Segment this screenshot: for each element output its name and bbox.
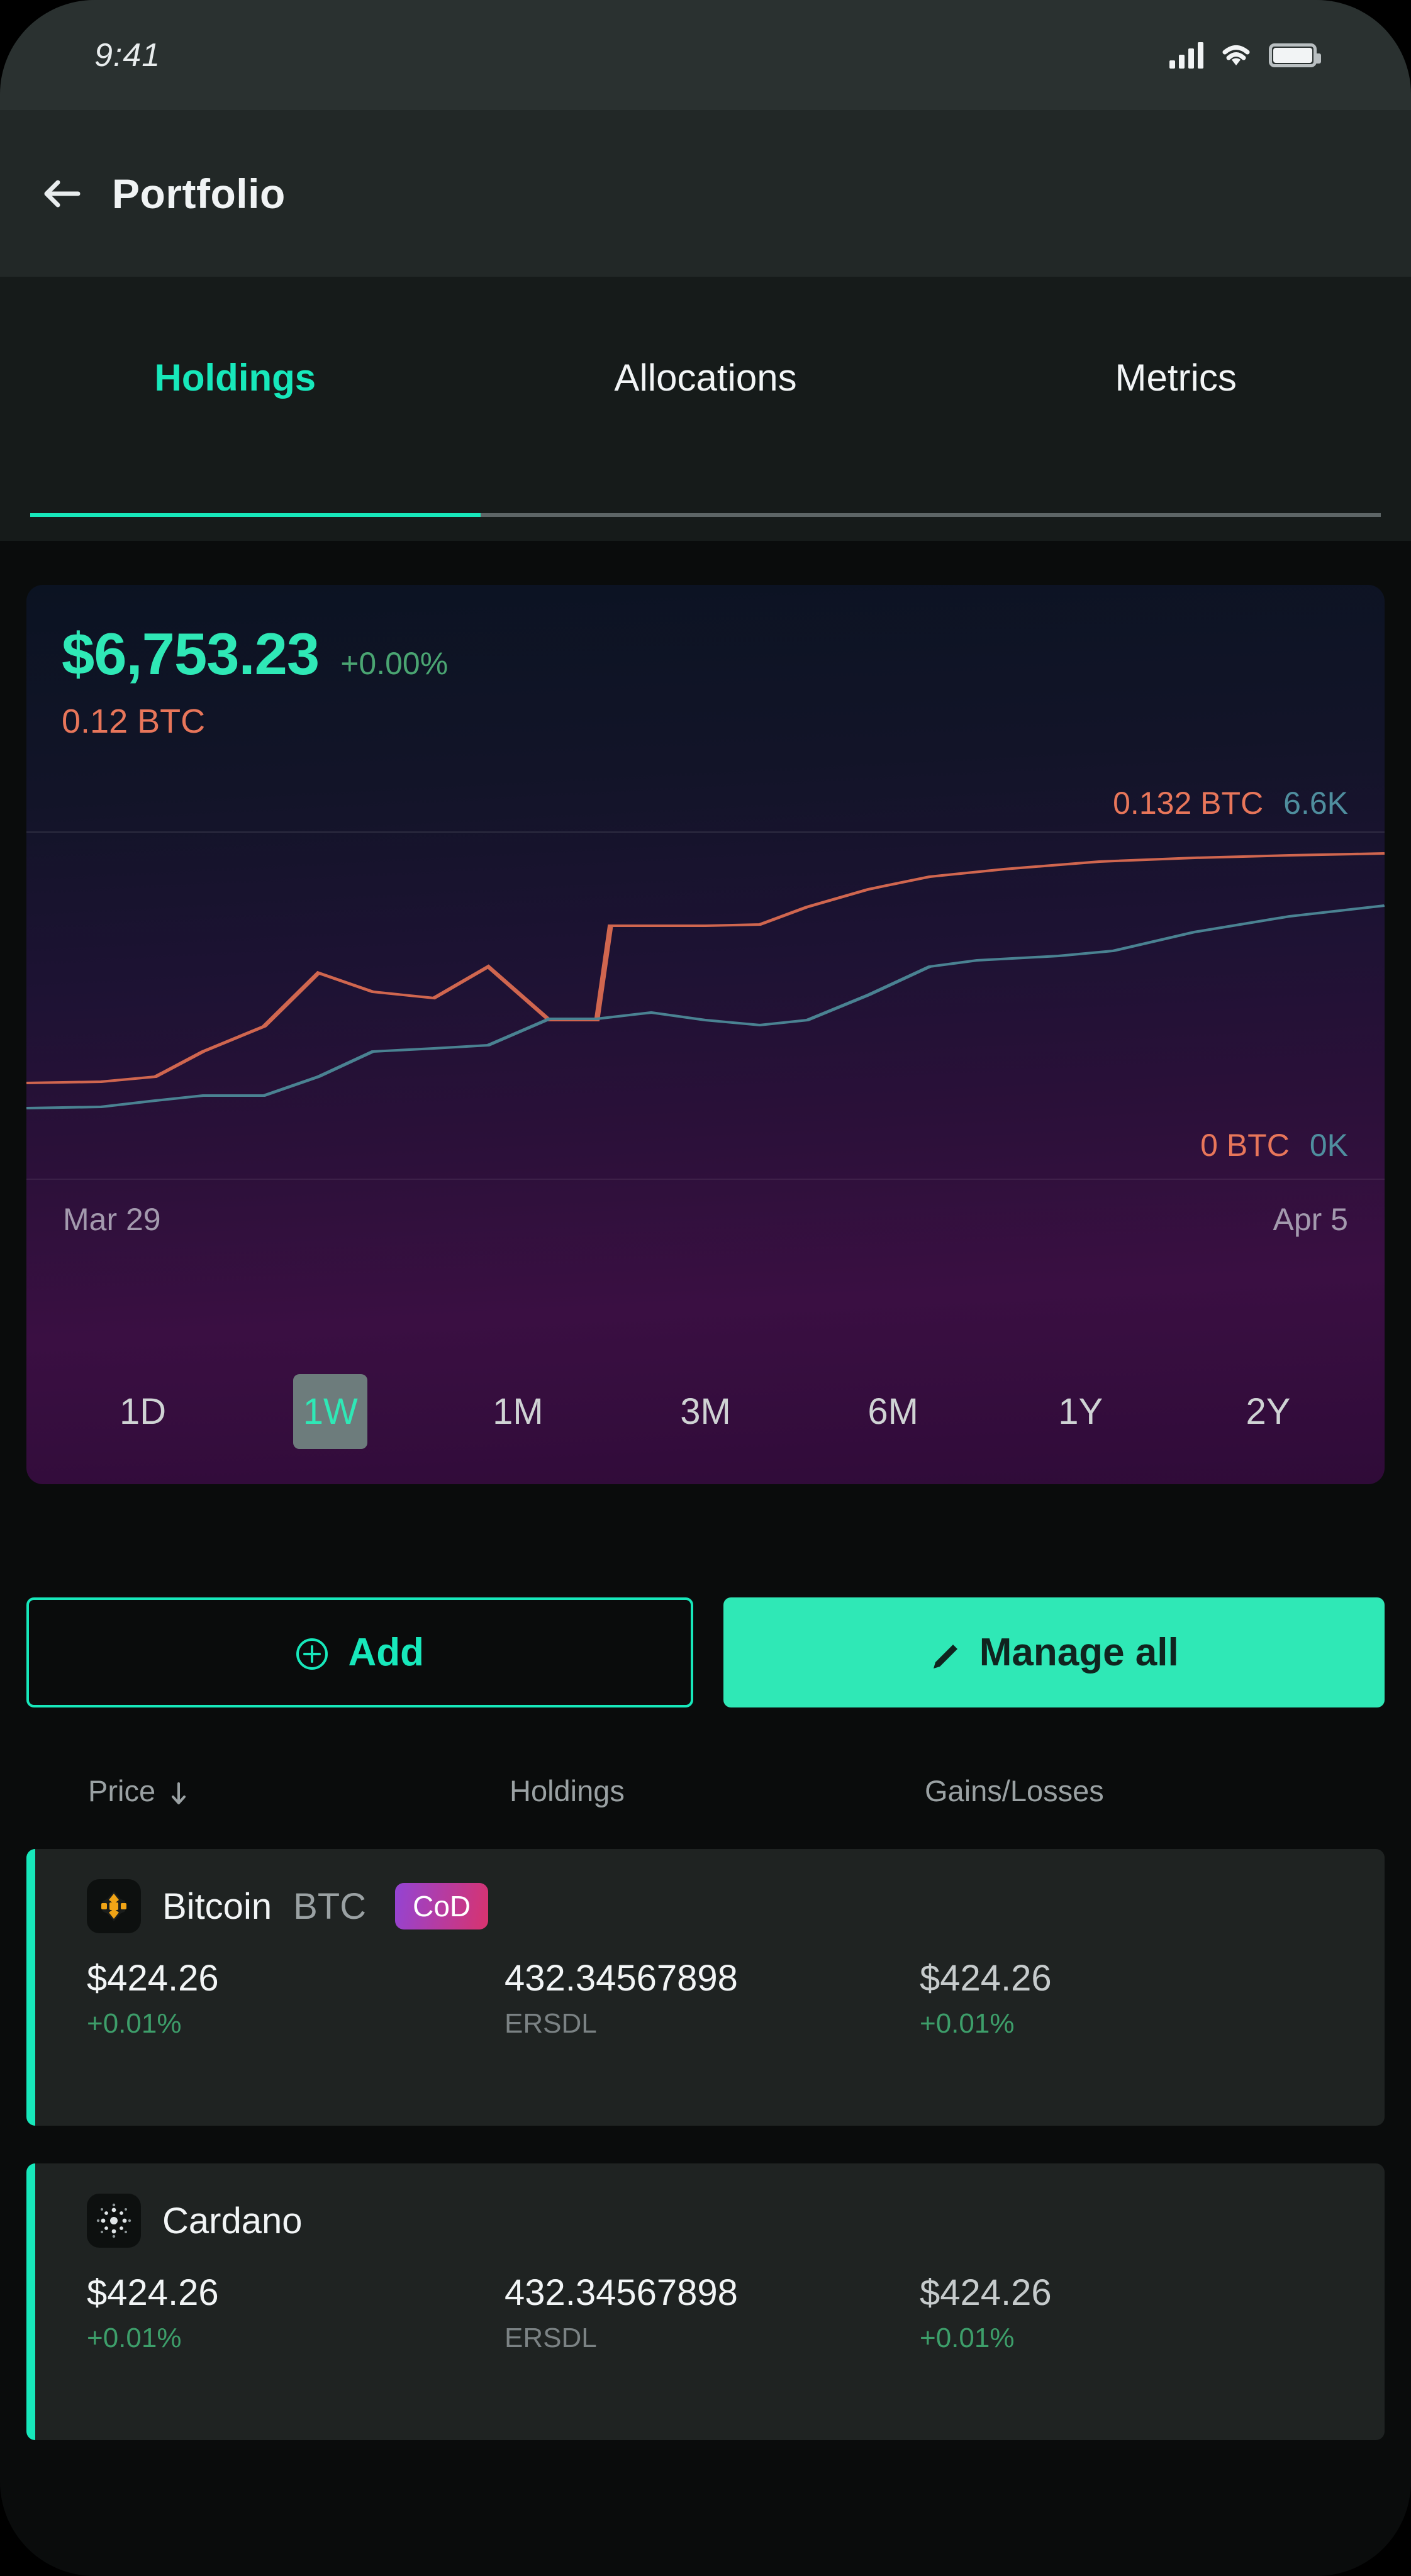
portfolio-btc-value: 0.12 BTC [62, 702, 206, 740]
cell-gains-value: $424.26 [920, 1958, 1052, 1999]
cell-gains-change: +0.01% [920, 2008, 1015, 2039]
time-range-selector: 1D 1W 1M 3M 6M 1Y 2Y [49, 1374, 1362, 1449]
chart-plot-area [26, 831, 1385, 1127]
column-header-gains[interactable]: Gains/Losses [925, 1774, 1104, 1808]
header: Portfolio [0, 110, 1411, 277]
axis-bottom-usd-label: 0K [1309, 1128, 1348, 1163]
tab-allocations[interactable]: Allocations [471, 356, 941, 399]
phone-screen: 9:41 Portfolio Holdings Allocations Metr… [0, 0, 1411, 2576]
table-column-headers: Price Holdings Gains/Losses [0, 1774, 1411, 1830]
tab-holdings[interactable]: Holdings [0, 356, 471, 399]
back-arrow-icon[interactable] [39, 171, 84, 216]
range-3m[interactable]: 3M [611, 1382, 799, 1441]
tab-underline-track [30, 513, 1381, 517]
tab-metrics[interactable]: Metrics [940, 356, 1411, 399]
add-button[interactable]: Add [26, 1597, 693, 1707]
cardano-icon [87, 2194, 141, 2248]
range-1d[interactable]: 1D [49, 1382, 237, 1441]
cell-price-change: +0.01% [87, 2008, 182, 2039]
manage-all-button[interactable]: Manage all [723, 1597, 1385, 1707]
cell-price-value: $424.26 [87, 2272, 219, 2313]
bitcoin-icon [87, 1879, 141, 1933]
coin-ticker: BTC [293, 1885, 367, 1927]
row-accent-bar [26, 1849, 35, 2126]
status-icons [1169, 42, 1321, 69]
chart-line-usd [26, 904, 1385, 1109]
axis-bottom-btc-label: 0 BTC [1200, 1128, 1290, 1163]
chart-axis-top: 0.132 BTC 6.6K [26, 785, 1348, 821]
pencil-icon [929, 1637, 961, 1668]
range-1m[interactable]: 1M [424, 1382, 611, 1441]
chart-gridline-bottom [26, 1179, 1385, 1180]
column-header-holdings[interactable]: Holdings [510, 1774, 625, 1808]
chart-date-axis: Mar 29 Apr 5 [63, 1201, 1348, 1238]
cell-gains: $424.26 +0.01% [920, 1957, 1052, 2040]
coin-name: Cardano [162, 2200, 303, 2241]
column-header-holdings-label: Holdings [510, 1774, 625, 1807]
manage-all-button-label: Manage all [979, 1631, 1179, 1674]
range-6m[interactable]: 6M [800, 1382, 987, 1441]
range-1y[interactable]: 1Y [987, 1382, 1174, 1441]
cell-holdings-unit: ERSDL [505, 2323, 597, 2353]
range-2y[interactable]: 2Y [1174, 1382, 1362, 1441]
sort-descending-arrow-icon [169, 1779, 188, 1804]
portfolio-total-change: +0.00% [340, 646, 449, 681]
column-header-price[interactable]: Price [88, 1774, 188, 1808]
portfolio-summary: $6,753.23 +0.00% 0.12 BTC [26, 585, 1385, 741]
cell-price-change: +0.01% [87, 2323, 182, 2353]
cell-holdings: 432.34567898 ERSDL [505, 1957, 738, 2040]
cell-price: $424.26 +0.01% [87, 1957, 219, 2040]
table-row[interactable]: Bitcoin BTC CoD $424.26 +0.01% 432.34567… [26, 1849, 1385, 2126]
cell-gains-value: $424.26 [920, 2272, 1052, 2313]
plus-circle-icon [295, 1636, 329, 1670]
cell-gains-change: +0.01% [920, 2323, 1015, 2353]
table-row[interactable]: Cardano $424.26 +0.01% 432.34567898 ERSD… [26, 2163, 1385, 2440]
tab-bar: Holdings Allocations Metrics [0, 277, 1411, 541]
page-title: Portfolio [112, 170, 286, 217]
axis-top-btc-label: 0.132 BTC [1113, 786, 1264, 821]
coin-name: Bitcoin [162, 1885, 272, 1927]
row-accent-bar [26, 2163, 35, 2440]
cell-holdings: 432.34567898 ERSDL [505, 2272, 738, 2354]
tab-active-indicator [30, 513, 481, 517]
status-bar: 9:41 [0, 0, 1411, 110]
signal-bars-icon [1169, 42, 1203, 69]
column-header-price-label: Price [88, 1774, 156, 1807]
cell-holdings-unit: ERSDL [505, 2008, 597, 2039]
cell-holdings-value: 432.34567898 [505, 1958, 738, 1999]
chart-axis-bottom: 0 BTC 0K [26, 1127, 1348, 1163]
wifi-icon [1220, 43, 1252, 68]
cell-price-value: $424.26 [87, 1958, 219, 1999]
axis-top-usd-label: 6.6K [1283, 786, 1348, 821]
status-time: 9:41 [94, 36, 161, 74]
status-badge: CoD [395, 1883, 489, 1929]
chart-date-end: Apr 5 [1273, 1202, 1348, 1237]
cell-price: $424.26 +0.01% [87, 2272, 219, 2354]
cell-gains: $424.26 +0.01% [920, 2272, 1052, 2354]
add-button-label: Add [348, 1631, 425, 1674]
chart-line-btc [26, 852, 1385, 1084]
action-buttons: Add Manage all [26, 1597, 1385, 1707]
range-1w[interactable]: 1W [293, 1374, 368, 1449]
chart-date-start: Mar 29 [63, 1202, 161, 1237]
battery-icon [1269, 43, 1321, 67]
column-header-gains-label: Gains/Losses [925, 1774, 1104, 1807]
portfolio-total-value: $6,753.23 [62, 621, 320, 687]
cell-holdings-value: 432.34567898 [505, 2272, 738, 2313]
portfolio-chart-card: $6,753.23 +0.00% 0.12 BTC 0.132 BTC 6.6K… [26, 585, 1385, 1484]
